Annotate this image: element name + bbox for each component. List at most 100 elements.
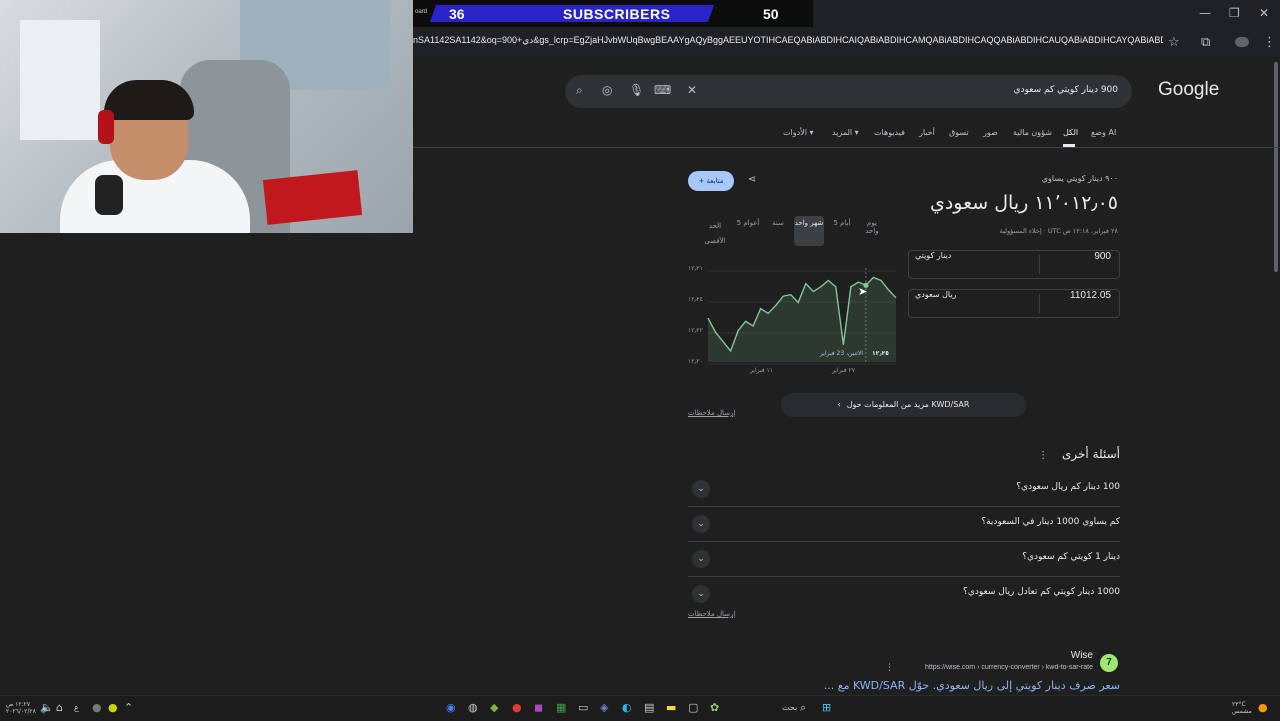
tab-shopping[interactable]: تسوق bbox=[949, 128, 969, 137]
app-taskbar-icon[interactable]: ▭ bbox=[578, 701, 588, 714]
follow-button[interactable]: + متابعة bbox=[688, 171, 734, 191]
share-icon[interactable]: ⋖ bbox=[744, 174, 760, 190]
range-1m[interactable]: شهر واحد bbox=[794, 216, 824, 246]
taskbar-search-icon[interactable]: ⌕ bbox=[800, 701, 806, 715]
profile-avatar[interactable] bbox=[1235, 37, 1249, 47]
app-taskbar-icon[interactable]: ◆ bbox=[490, 701, 498, 714]
y-tick: ١٢٫٢٤ bbox=[688, 296, 703, 303]
chart-tooltip-date: الاثنين، 23 فبراير bbox=[820, 350, 863, 357]
x-tick: ١١ فبراير bbox=[750, 367, 773, 374]
feedback-link[interactable]: إرسال ملاحظات bbox=[688, 409, 735, 417]
paa-question-text[interactable]: 1000 دينار كويتي كم تعادل ريال سعودي؟ bbox=[963, 587, 1120, 597]
app-taskbar-icon[interactable]: ▢ bbox=[688, 701, 698, 714]
app-taskbar-icon[interactable]: ◼ bbox=[534, 701, 543, 714]
search-input[interactable]: 900 دينار كويتي كم سعودي bbox=[1014, 85, 1118, 95]
chevron-down-icon[interactable]: ⌄ bbox=[692, 515, 710, 533]
converter-timestamp: ٢٨ فبراير، ١٢:١٨ ص UTC · إخلاء المسؤولية bbox=[999, 227, 1118, 235]
language-indicator[interactable]: ع bbox=[74, 703, 79, 712]
chrome-taskbar-icon[interactable]: ◉ bbox=[446, 701, 456, 714]
google-logo[interactable]: Google bbox=[1158, 79, 1219, 101]
paa-question-text[interactable]: 100 دينار كم ريال سعودي؟ bbox=[1016, 482, 1120, 492]
rate-chart[interactable] bbox=[686, 260, 900, 380]
tray-app-icon[interactable]: ● bbox=[108, 701, 118, 714]
tray-icon[interactable]: ● bbox=[92, 701, 102, 714]
range-1y[interactable]: سنة bbox=[768, 219, 788, 227]
lens-icon[interactable]: ◎ bbox=[602, 83, 612, 97]
y-tick: ١٢٫٢٢ bbox=[688, 327, 703, 334]
weather-temp: ٢٣°C bbox=[1232, 701, 1246, 708]
tab-all[interactable]: الكل bbox=[1063, 128, 1078, 137]
result-menu-icon[interactable]: ⋮ bbox=[885, 663, 894, 673]
paa-question[interactable]: دينار 1 كويتي كم سعودي؟ ⌄ bbox=[688, 542, 1120, 577]
extensions-icon[interactable]: ⧉ bbox=[1201, 35, 1210, 50]
from-amount-input[interactable]: 900 bbox=[1094, 251, 1111, 278]
app-taskbar-icon[interactable]: ✿ bbox=[710, 701, 719, 714]
paa-question-text[interactable]: كم يساوي 1000 دينار في السعودية؟ bbox=[981, 517, 1120, 527]
paa-question[interactable]: 1000 دينار كويتي كم تعادل ريال سعودي؟ ⌄ bbox=[688, 577, 1120, 611]
from-currency-select[interactable]: دينار كويتي bbox=[909, 251, 1045, 278]
tab-images[interactable]: صور bbox=[983, 128, 998, 137]
paa-question-text[interactable]: دينار 1 كويتي كم سعودي؟ bbox=[1022, 552, 1120, 562]
subscriber-label: SUBSCRIBERS bbox=[563, 6, 671, 22]
minimize-icon[interactable]: — bbox=[1199, 6, 1211, 20]
volume-icon[interactable]: 🔈 bbox=[40, 701, 54, 714]
tab-news[interactable]: أخبار bbox=[919, 128, 935, 137]
tab-more[interactable]: المزيد ▾ bbox=[832, 128, 859, 137]
to-currency-field[interactable]: ريال سعودي 11012.05 bbox=[908, 289, 1120, 318]
search-box[interactable]: ⌕ ◎ 🎙 ⌨ ✕ 900 دينار كويتي كم سعودي bbox=[565, 75, 1132, 108]
chevron-down-icon[interactable]: ⌄ bbox=[692, 585, 710, 603]
range-max[interactable]: الحد الأقصى bbox=[700, 219, 730, 249]
tab-videos[interactable]: فيديوهات bbox=[874, 128, 905, 137]
clock[interactable]: ١٢:٢٧ ص ٢٠٢٦/٠٢/٢٨ bbox=[6, 701, 36, 715]
range-5d[interactable]: 5 أيام bbox=[830, 219, 854, 227]
result-site-name[interactable]: Wise bbox=[1040, 650, 1093, 661]
browser-menu-icon[interactable]: ⋮ bbox=[1263, 35, 1276, 50]
more-options-icon[interactable]: ⋮ bbox=[1038, 450, 1048, 461]
address-bar[interactable]: nSA1142SA1142&oq=900+دي&gs_lcrp=EgZjaHJv… bbox=[413, 27, 1280, 57]
wise-logo-icon[interactable]: 7 bbox=[1100, 654, 1118, 672]
result-title-link[interactable]: سعر صرف دينار كويتي إلى ريال سعودي. حوّل… bbox=[800, 679, 1120, 695]
close-window-icon[interactable]: ✕ bbox=[1259, 6, 1269, 20]
steam-taskbar-icon[interactable]: ◍ bbox=[468, 701, 478, 714]
result-breadcrumb[interactable]: https://wise.com › currency-converter › … bbox=[900, 664, 1093, 671]
range-1d[interactable]: يوم واحد bbox=[860, 219, 884, 235]
clear-search-icon[interactable]: ✕ bbox=[687, 83, 697, 97]
excel-taskbar-icon[interactable]: ▦ bbox=[556, 701, 566, 714]
network-icon[interactable]: ⌂ bbox=[56, 701, 63, 714]
mouse-cursor-icon: ➤ bbox=[858, 285, 868, 298]
to-amount-input[interactable]: 11012.05 bbox=[1070, 290, 1111, 317]
search-icon[interactable]: ⌕ bbox=[576, 83, 583, 98]
paa-question[interactable]: كم يساوي 1000 دينار في السعودية؟ ⌄ bbox=[688, 507, 1120, 542]
scrollbar-thumb[interactable] bbox=[1274, 62, 1278, 272]
file-explorer-icon[interactable]: ▬ bbox=[666, 701, 676, 714]
paa-feedback-link[interactable]: إرسال ملاحظات bbox=[688, 610, 735, 618]
taskbar-search-label[interactable]: بحث bbox=[782, 703, 797, 712]
start-button-icon[interactable]: ⊞ bbox=[822, 701, 831, 714]
from-currency-field[interactable]: دينار كويتي 900 bbox=[908, 250, 1120, 279]
tabs-divider bbox=[413, 147, 1280, 148]
bookmark-star-icon[interactable]: ☆ bbox=[1168, 35, 1180, 50]
url-text[interactable]: nSA1142SA1142&oq=900+دي&gs_lcrp=EgZjaHJv… bbox=[413, 35, 1163, 46]
paa-question[interactable]: 100 دينار كم ريال سعودي؟ ⌄ bbox=[688, 472, 1120, 507]
keyboard-icon[interactable]: ⌨ bbox=[654, 83, 671, 97]
store-taskbar-icon[interactable]: ▤ bbox=[644, 701, 654, 714]
more-info-button[interactable]: ‹ مزيد من المعلومات حول KWD/SAR bbox=[781, 393, 1026, 417]
edge-taskbar-icon[interactable]: ◐ bbox=[622, 701, 632, 714]
app-taskbar-icon[interactable]: ● bbox=[512, 701, 522, 714]
tab-tools[interactable]: الأدوات ▾ bbox=[783, 128, 814, 137]
restore-icon[interactable]: ❐ bbox=[1229, 6, 1240, 20]
chevron-down-icon[interactable]: ⌄ bbox=[692, 550, 710, 568]
weather-widget[interactable]: ٢٣°C مشمس bbox=[1232, 701, 1252, 715]
to-currency-select[interactable]: ريال سعودي bbox=[909, 290, 1045, 317]
tab-finance[interactable]: شؤون مالية bbox=[1013, 128, 1052, 137]
paa-title-text: أسئلة أخرى bbox=[1062, 447, 1120, 461]
chevron-down-icon[interactable]: ⌄ bbox=[692, 480, 710, 498]
tab-ai-mode[interactable]: وضع AI bbox=[1091, 128, 1116, 137]
clock-time: ١٢:٢٧ ص bbox=[6, 701, 31, 708]
voice-search-icon[interactable]: 🎙 bbox=[629, 83, 644, 97]
converter-header: ٩٠٠ دينار كويتي يساوي bbox=[1041, 174, 1118, 183]
app-taskbar-icon[interactable]: ◈ bbox=[600, 701, 608, 714]
show-hidden-icons-icon[interactable]: ⌃ bbox=[124, 701, 133, 714]
chart-area bbox=[708, 277, 896, 362]
range-5y[interactable]: 5 أعوام bbox=[734, 219, 762, 227]
